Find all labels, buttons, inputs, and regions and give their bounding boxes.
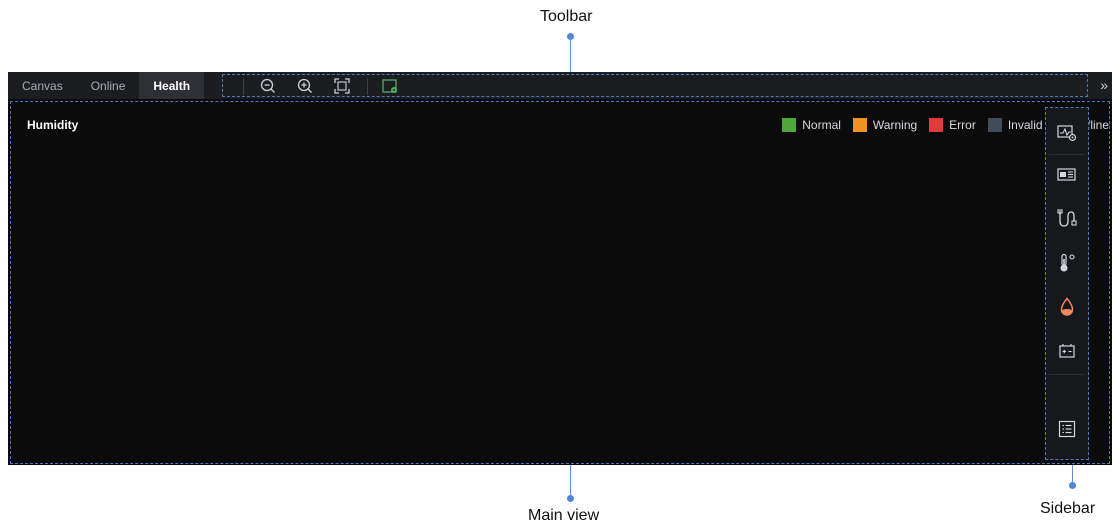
main-view-callout-dot (567, 495, 574, 502)
temperature-icon (1060, 253, 1075, 272)
sidebar-divider (1049, 374, 1085, 375)
main-view-callout-line (570, 465, 571, 496)
main-view: Humidity Normal Warning Error Invalid Of… (10, 101, 1110, 464)
fit-to-screen-button[interactable] (333, 77, 351, 95)
fit-to-screen-icon (334, 78, 350, 94)
legend-label: Warning (872, 118, 918, 132)
tab-canvas[interactable]: Canvas (8, 72, 77, 99)
toolbar-divider (243, 78, 244, 95)
toolbar-callout-line (570, 37, 571, 74)
zoom-out-icon (260, 78, 275, 93)
zoom-out-button[interactable] (259, 77, 277, 95)
toolbar-divider (367, 78, 368, 95)
legend-item-normal: Normal (782, 118, 841, 132)
sidebar-item-battery[interactable] (1052, 336, 1082, 366)
humidity-drop-icon (1060, 297, 1074, 316)
list-icon (1058, 420, 1076, 438)
sidebar-callout-dot (1069, 482, 1076, 489)
legend-swatch (782, 118, 797, 132)
toolbar (222, 74, 1088, 97)
legend-label: Invalid (1007, 118, 1043, 132)
map-locate-icon (382, 79, 397, 93)
legend-item-warning: Warning (852, 118, 918, 132)
main-view-callout-label: Main view (528, 507, 600, 524)
top-bar: Canvas Online Health » (8, 72, 1112, 99)
legend-label: Normal (802, 118, 841, 132)
tab-online[interactable]: Online (77, 72, 140, 99)
toolbar-callout-label: Toolbar (540, 8, 593, 25)
legend-swatch (987, 118, 1002, 132)
legend-swatch (929, 118, 944, 132)
battery-icon (1059, 344, 1075, 358)
more-chevron-icon[interactable]: » (1100, 76, 1108, 94)
sidebar (1045, 107, 1089, 460)
sidebar-item-humidity[interactable] (1052, 292, 1082, 322)
legend-label: Error (949, 118, 976, 132)
device-panel-icon (1057, 168, 1076, 181)
sidebar-item-list[interactable] (1052, 414, 1082, 444)
legend-item-error: Error (929, 118, 976, 132)
sidebar-item-temperature[interactable] (1052, 248, 1082, 278)
cable-icon (1057, 209, 1077, 227)
app-window: Canvas Online Health » Humidity Normal W… (8, 72, 1112, 465)
page-title: Humidity (27, 118, 79, 132)
monitor-settings-icon (1057, 125, 1077, 142)
tab-bar: Canvas Online Health (8, 72, 205, 99)
map-locate-button[interactable] (381, 77, 399, 95)
sidebar-item-device-panel[interactable] (1052, 160, 1082, 190)
sidebar-divider (1049, 154, 1085, 155)
zoom-in-button[interactable] (296, 77, 314, 95)
tab-health[interactable]: Health (139, 72, 205, 99)
legend-swatch (852, 118, 867, 132)
sidebar-item-cable[interactable] (1052, 204, 1082, 234)
sidebar-callout-label: Sidebar (1040, 500, 1096, 517)
sidebar-item-monitor-settings[interactable] (1052, 118, 1082, 148)
zoom-in-icon (297, 78, 312, 93)
legend-item-invalid: Invalid (987, 118, 1043, 132)
